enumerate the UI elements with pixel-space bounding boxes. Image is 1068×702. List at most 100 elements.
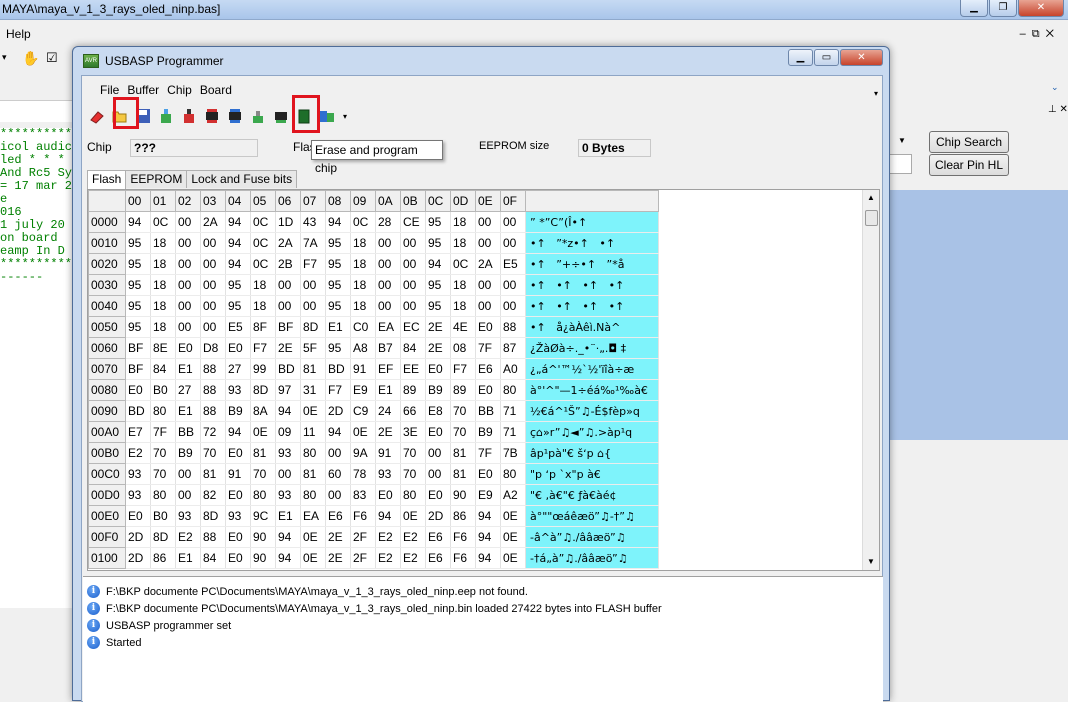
hex-byte-cell[interactable]: 70: [400, 463, 426, 485]
hex-byte-cell[interactable]: 81: [300, 358, 326, 380]
hex-byte-cell[interactable]: 94: [225, 232, 251, 254]
hex-byte-cell[interactable]: 95: [425, 211, 451, 233]
hex-byte-cell[interactable]: 7F: [475, 442, 501, 464]
hex-byte-cell[interactable]: 00: [425, 442, 451, 464]
hex-byte-cell[interactable]: 18: [450, 232, 476, 254]
hex-byte-cell[interactable]: 81: [200, 463, 226, 485]
ascii-cell[interactable]: ½€á^¹Š”♫-É$fèp»q: [525, 400, 659, 422]
hex-byte-cell[interactable]: E2: [375, 526, 401, 548]
hex-byte-cell[interactable]: E0: [225, 526, 251, 548]
ascii-cell[interactable]: •↑ å¿àÀêì.Nà^: [525, 316, 659, 338]
close-icon[interactable]: ✕: [840, 49, 883, 66]
hex-byte-cell[interactable]: 0E: [250, 421, 276, 443]
hex-byte-cell[interactable]: E0: [475, 379, 501, 401]
check-icon[interactable]: ☑: [46, 50, 58, 66]
hex-byte-cell[interactable]: E6: [425, 547, 451, 569]
hex-byte-cell[interactable]: C0: [350, 316, 376, 338]
hex-byte-cell[interactable]: 91: [375, 442, 401, 464]
hex-byte-cell[interactable]: 00: [400, 253, 426, 275]
hex-byte-cell[interactable]: 00: [275, 295, 301, 317]
menu-board[interactable]: Board: [196, 81, 236, 99]
close-icon[interactable]: ✕: [1018, 0, 1064, 17]
scroll-thumb[interactable]: [865, 210, 878, 226]
hex-byte-cell[interactable]: 0E: [300, 400, 326, 422]
hex-byte-cell[interactable]: EA: [300, 505, 326, 527]
hex-byte-cell[interactable]: 24: [375, 400, 401, 422]
hex-byte-cell[interactable]: 4E: [450, 316, 476, 338]
hex-byte-cell[interactable]: 00: [200, 232, 226, 254]
hex-byte-cell[interactable]: 94: [275, 547, 301, 569]
tab-flash[interactable]: Flash: [87, 170, 127, 189]
hex-byte-cell[interactable]: 60: [325, 463, 351, 485]
hex-byte-cell[interactable]: E0: [125, 505, 151, 527]
hex-byte-cell[interactable]: 95: [125, 316, 151, 338]
hex-byte-cell[interactable]: EE: [400, 358, 426, 380]
hex-byte-cell[interactable]: 95: [325, 253, 351, 275]
hex-byte-cell[interactable]: 00: [325, 484, 351, 506]
hex-byte-cell[interactable]: 80: [400, 484, 426, 506]
hex-byte-cell[interactable]: E5: [225, 316, 251, 338]
hex-byte-cell[interactable]: 00: [500, 274, 526, 296]
hex-byte-cell[interactable]: E0: [475, 463, 501, 485]
hex-byte-cell[interactable]: 18: [350, 274, 376, 296]
read-chip-icon[interactable]: [202, 106, 222, 126]
hex-byte-cell[interactable]: E0: [175, 337, 201, 359]
hex-byte-cell[interactable]: B9: [225, 400, 251, 422]
hex-byte-cell[interactable]: 88: [200, 379, 226, 401]
hex-scrollbar[interactable]: ▲ ▼: [862, 190, 879, 570]
hex-byte-cell[interactable]: 18: [450, 211, 476, 233]
hex-byte-cell[interactable]: E1: [175, 358, 201, 380]
eraser-icon[interactable]: [87, 106, 107, 126]
hex-byte-cell[interactable]: 80: [250, 484, 276, 506]
hex-byte-cell[interactable]: 95: [125, 232, 151, 254]
hex-byte-cell[interactable]: 3E: [400, 421, 426, 443]
hex-byte-cell[interactable]: E0: [425, 358, 451, 380]
hex-byte-cell[interactable]: 80: [500, 379, 526, 401]
write-chip-icon[interactable]: [225, 106, 245, 126]
hex-byte-cell[interactable]: 2D: [125, 526, 151, 548]
hex-byte-cell[interactable]: F7: [325, 379, 351, 401]
minimize-icon[interactable]: ▁: [788, 49, 813, 66]
ascii-cell[interactable]: ¿ŽàØà÷._•¨·„.◘ ‡: [525, 337, 659, 359]
hex-byte-cell[interactable]: 8A: [250, 400, 276, 422]
chip-search-button[interactable]: Chip Search: [929, 131, 1009, 153]
hex-byte-cell[interactable]: E0: [375, 484, 401, 506]
hex-byte-cell[interactable]: 08: [450, 337, 476, 359]
hex-byte-cell[interactable]: 94: [225, 211, 251, 233]
verify-icon[interactable]: [248, 106, 268, 126]
hex-byte-cell[interactable]: 84: [150, 358, 176, 380]
hex-byte-cell[interactable]: 95: [425, 232, 451, 254]
hex-byte-cell[interactable]: E2: [175, 526, 201, 548]
hex-byte-cell[interactable]: 00: [475, 274, 501, 296]
hex-byte-cell[interactable]: 94: [225, 253, 251, 275]
hex-byte-cell[interactable]: B0: [150, 505, 176, 527]
toolbar-dropdown-icon[interactable]: ▾: [340, 106, 350, 126]
hex-byte-cell[interactable]: B9: [175, 442, 201, 464]
write-flash-icon[interactable]: [179, 106, 199, 126]
hex-byte-cell[interactable]: 8D: [250, 379, 276, 401]
hex-byte-cell[interactable]: E1: [175, 400, 201, 422]
hex-byte-cell[interactable]: B7: [375, 337, 401, 359]
hex-byte-cell[interactable]: F7: [300, 253, 326, 275]
hex-byte-cell[interactable]: 91: [225, 463, 251, 485]
ascii-cell[interactable]: "€ ‚à€"€ ƒà€àé¢: [525, 484, 659, 506]
hex-byte-cell[interactable]: 00: [175, 463, 201, 485]
hex-byte-cell[interactable]: 2F: [350, 547, 376, 569]
hex-byte-cell[interactable]: 18: [450, 274, 476, 296]
lock-icon[interactable]: [271, 106, 291, 126]
hex-byte-cell[interactable]: 7F: [475, 337, 501, 359]
hex-byte-cell[interactable]: EF: [375, 358, 401, 380]
hex-byte-cell[interactable]: 84: [400, 337, 426, 359]
hex-byte-cell[interactable]: 88: [200, 400, 226, 422]
hex-byte-cell[interactable]: 2E: [275, 337, 301, 359]
hex-byte-cell[interactable]: 2D: [325, 400, 351, 422]
hex-byte-cell[interactable]: 18: [150, 232, 176, 254]
hex-byte-cell[interactable]: 89: [400, 379, 426, 401]
hex-byte-cell[interactable]: 18: [350, 253, 376, 275]
hex-byte-cell[interactable]: 2E: [325, 547, 351, 569]
hex-byte-cell[interactable]: 93: [125, 463, 151, 485]
hex-byte-cell[interactable]: 2D: [425, 505, 451, 527]
hex-byte-cell[interactable]: 00: [500, 211, 526, 233]
ascii-cell[interactable]: âp¹pà"€ šʻp ⌂{: [525, 442, 659, 464]
hex-byte-cell[interactable]: 88: [500, 316, 526, 338]
